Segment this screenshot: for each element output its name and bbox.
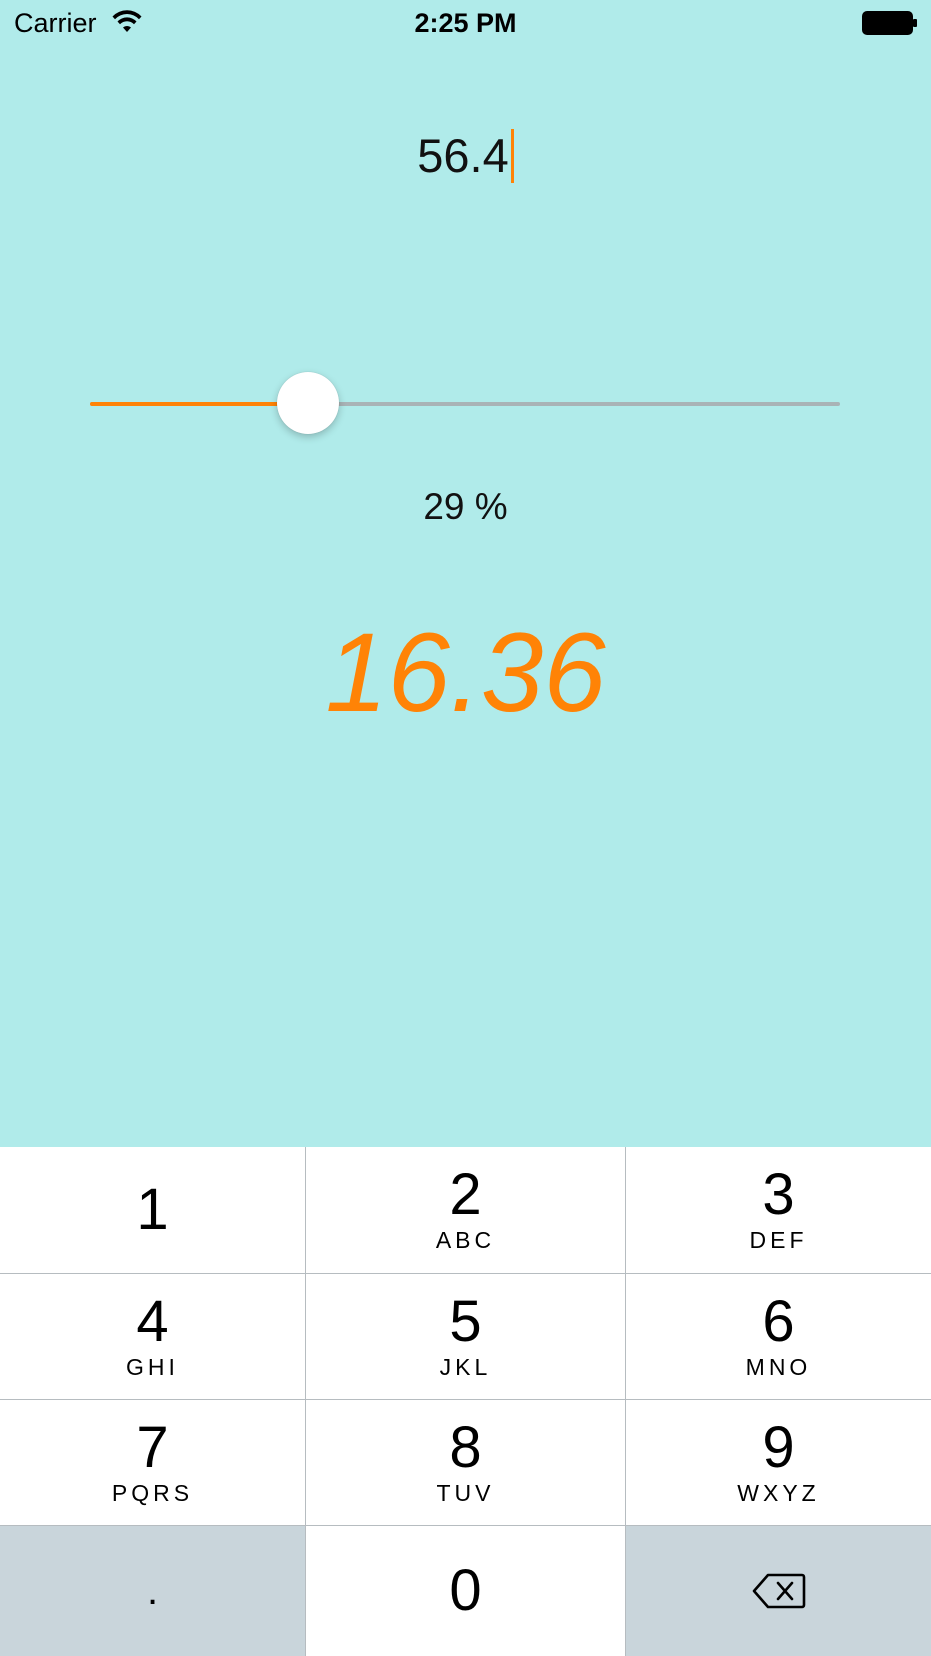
status-bar: Carrier 2:25 PM <box>0 0 931 48</box>
key-digit: 6 <box>762 1289 795 1354</box>
key-letters: DEF <box>749 1227 808 1253</box>
battery-icon <box>862 11 917 35</box>
text-cursor <box>510 128 514 183</box>
key-digit: 3 <box>762 1162 795 1227</box>
key-4[interactable]: 4 GHI <box>0 1274 305 1399</box>
key-1[interactable]: 1 <box>0 1147 305 1273</box>
delete-backspace-icon <box>752 1573 805 1609</box>
numeric-keypad: 1 2 ABC 3 DEF 4 GHI 5 JKL 6 MNO 7 PQRS 8… <box>0 1147 931 1656</box>
tip-result: 16.36 <box>325 610 606 735</box>
key-digit: 5 <box>449 1289 482 1354</box>
key-decimal-point[interactable]: . <box>0 1526 305 1656</box>
key-5[interactable]: 5 JKL <box>306 1274 625 1399</box>
key-7[interactable]: 7 PQRS <box>0 1400 305 1525</box>
slider-thumb[interactable] <box>276 372 339 434</box>
key-digit: 2 <box>449 1162 482 1227</box>
key-digit: 1 <box>136 1177 169 1242</box>
key-letters: TUV <box>436 1480 495 1506</box>
amount-input[interactable]: 56.4 <box>0 118 931 186</box>
tip-percent-label: 29 % <box>423 486 508 527</box>
key-3[interactable]: 3 DEF <box>626 1147 931 1273</box>
key-digit: 7 <box>136 1415 169 1480</box>
key-6[interactable]: 6 MNO <box>626 1274 931 1399</box>
key-8[interactable]: 8 TUV <box>306 1400 625 1525</box>
key-9[interactable]: 9 WXYZ <box>626 1400 931 1525</box>
key-digit: . <box>146 1569 159 1613</box>
slider-fill <box>90 402 308 406</box>
key-digit: 8 <box>449 1415 482 1480</box>
tip-percent-slider[interactable] <box>90 372 840 434</box>
amount-value: 56.4 <box>417 128 509 182</box>
key-delete[interactable] <box>626 1526 931 1656</box>
key-digit: 4 <box>136 1289 169 1354</box>
key-2[interactable]: 2 ABC <box>306 1147 625 1273</box>
key-digit: 9 <box>762 1415 795 1480</box>
key-letters: MNO <box>745 1354 812 1380</box>
key-letters: WXYZ <box>737 1480 820 1506</box>
key-0[interactable]: 0 <box>306 1526 625 1656</box>
key-letters: ABC <box>435 1227 496 1253</box>
key-digit: 0 <box>449 1558 482 1623</box>
status-time: 2:25 PM <box>414 8 517 38</box>
key-letters: JKL <box>439 1354 492 1380</box>
key-letters: GHI <box>126 1354 179 1380</box>
key-letters: PQRS <box>111 1480 194 1506</box>
